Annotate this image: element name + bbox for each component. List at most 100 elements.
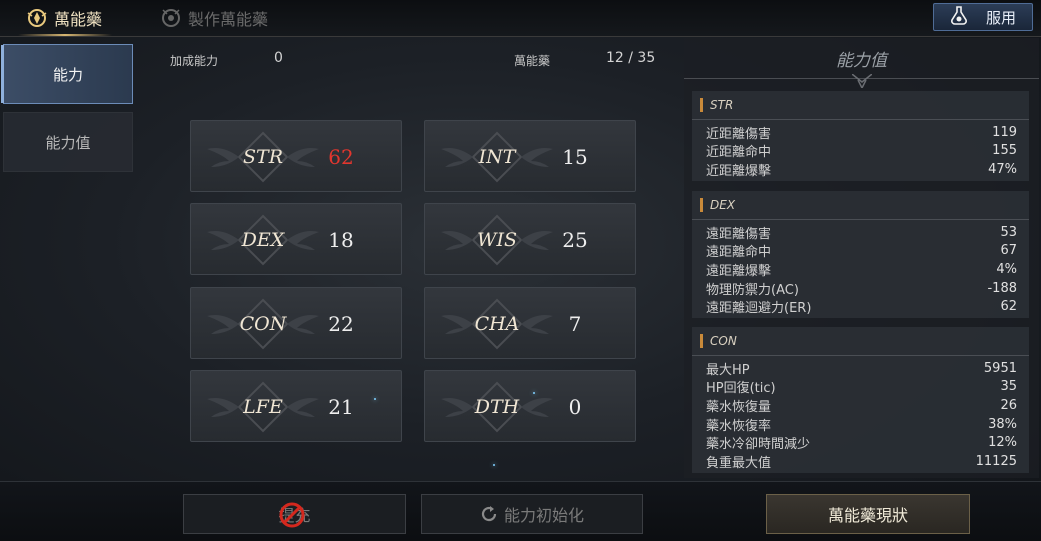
stat-row: 近距離傷害 119 bbox=[692, 123, 1029, 142]
elixir-count-label: 萬能藥 bbox=[514, 54, 551, 68]
row-value: 62 bbox=[1000, 299, 1017, 315]
stat-row: 遠距離迴避力(ER) 62 bbox=[692, 297, 1029, 316]
row-label: 藥水恢復量 bbox=[706, 399, 772, 415]
section-rows: 最大HP 5951 HP回復(tic) 35 藥水恢復量 26 藥水恢復率 38% 藥水… bbox=[692, 356, 1029, 473]
section-marker bbox=[700, 98, 703, 112]
stat-row: HP回復(tic) 35 bbox=[692, 378, 1029, 397]
stat-box-dth[interactable]: DTH 0 bbox=[424, 370, 636, 442]
row-value: 5951 bbox=[983, 360, 1017, 376]
stat-area: 加成能力 0 萬能藥 12 / 35 STR 62 INT 15 DEX 18 WIS 25 C… bbox=[148, 36, 678, 481]
row-value: 53 bbox=[1000, 224, 1017, 240]
stat-name: LFE bbox=[243, 396, 283, 418]
stat-value: 21 bbox=[328, 395, 354, 419]
tab-craft-elixir-label: 製作萬能藥 bbox=[188, 9, 269, 29]
sparkle bbox=[374, 398, 376, 400]
sparkle bbox=[493, 464, 495, 466]
panel-title: 能力值 bbox=[684, 38, 1039, 79]
stat-row: 遠距離爆擊 4% bbox=[692, 260, 1029, 279]
section-title: CON bbox=[710, 334, 737, 348]
row-label: 物理防禦力(AC) bbox=[706, 282, 799, 298]
row-label: 藥水冷卻時間減少 bbox=[706, 437, 811, 453]
row-label: 遠距離傷害 bbox=[706, 226, 772, 242]
row-label: HP回復(tic) bbox=[706, 381, 776, 397]
tab-elixir-label: 萬能藥 bbox=[54, 9, 103, 29]
stat-box-con[interactable]: CON 22 bbox=[190, 287, 402, 359]
row-value: 67 bbox=[1000, 243, 1017, 259]
stat-box-cha[interactable]: CHA 7 bbox=[424, 287, 636, 359]
stat-box-lfe[interactable]: LFE 21 bbox=[190, 370, 402, 442]
ornament-icon bbox=[852, 74, 872, 88]
stat-name: WIS bbox=[476, 229, 518, 251]
row-value: 4% bbox=[996, 261, 1017, 277]
row-label: 近距離命中 bbox=[706, 145, 772, 161]
row-label: 近距離爆擊 bbox=[706, 163, 772, 179]
reset-ability-label: 能力初始化 bbox=[503, 506, 584, 525]
bottom-bar: 提充 能力初始化 萬能藥現狀 bbox=[0, 481, 1041, 541]
section-dex: DEX 遠距離傷害 53 遠距離命中 67 遠距離爆擊 4% 物理防禦力(AC) -18… bbox=[692, 191, 1029, 318]
stat-row: 近距離命中 155 bbox=[692, 142, 1029, 161]
nav-item-ability-values[interactable]: 能力值 bbox=[3, 112, 133, 172]
section-rows: 遠距離傷害 53 遠距離命中 67 遠距離爆擊 4% 物理防禦力(AC) -188 遠距… bbox=[692, 220, 1029, 318]
stat-box-dex[interactable]: DEX 18 bbox=[190, 203, 402, 275]
stat-value: 25 bbox=[562, 228, 588, 252]
row-value: 12% bbox=[988, 435, 1017, 451]
row-label: 近距離傷害 bbox=[706, 126, 772, 142]
section-marker bbox=[700, 334, 703, 348]
row-label: 藥水恢復率 bbox=[706, 418, 772, 434]
row-value: 119 bbox=[992, 124, 1017, 140]
bonus-value: 0 bbox=[274, 50, 283, 66]
nav-item-ability-label: 能力 bbox=[52, 65, 83, 84]
stat-row: 物理防禦力(AC) -188 bbox=[692, 279, 1029, 298]
forbidden-icon bbox=[279, 502, 305, 528]
potion-flask-icon bbox=[950, 5, 968, 29]
elixir-status-label: 萬能藥現狀 bbox=[827, 506, 908, 525]
refresh-icon bbox=[481, 506, 497, 522]
stat-box-str[interactable]: STR 62 bbox=[190, 120, 402, 192]
stat-value: 22 bbox=[328, 312, 354, 336]
row-label: 遠距離命中 bbox=[706, 245, 772, 261]
tab-elixir[interactable]: 萬能藥 bbox=[17, 0, 113, 36]
row-label: 最大HP bbox=[706, 362, 750, 378]
stat-row: 負重最大值 11125 bbox=[692, 452, 1029, 471]
left-nav: 能力 能力值 bbox=[0, 36, 140, 481]
row-value: 47% bbox=[988, 161, 1017, 177]
row-label: 負重最大值 bbox=[706, 455, 772, 471]
stat-row: 遠距離傷害 53 bbox=[692, 223, 1029, 242]
row-value: 155 bbox=[992, 143, 1017, 159]
stat-row: 藥水恢復率 38% bbox=[692, 415, 1029, 434]
row-value: -188 bbox=[987, 280, 1017, 296]
top-bar: 萬能藥 製作萬能藥 服用 bbox=[0, 0, 1041, 37]
stat-name: CON bbox=[239, 313, 287, 335]
stat-name: CHA bbox=[474, 313, 520, 335]
stat-row: 最大HP 5951 bbox=[692, 359, 1029, 378]
nav-item-ability[interactable]: 能力 bbox=[1, 44, 133, 104]
use-button[interactable]: 服用 bbox=[933, 3, 1033, 31]
section-title: DEX bbox=[710, 198, 736, 212]
elixir-count-value: 12 / 35 bbox=[606, 50, 656, 66]
row-value: 26 bbox=[1000, 397, 1017, 413]
elixir-status-button[interactable]: 萬能藥現狀 bbox=[766, 494, 970, 534]
stat-row: 遠距離命中 67 bbox=[692, 242, 1029, 261]
section-marker bbox=[700, 198, 703, 212]
row-value: 11125 bbox=[975, 453, 1017, 469]
section-rows: 近距離傷害 119 近距離命中 155 近距離爆擊 47% bbox=[692, 120, 1029, 181]
ability-values-panel: 能力值 STR 近距離傷害 119 近距離命中 155 近距離爆擊 47% DEX 遠… bbox=[684, 38, 1039, 478]
row-label: 遠距離迴避力(ER) bbox=[706, 301, 812, 317]
nav-item-ability-values-label: 能力值 bbox=[45, 133, 91, 152]
crafting-emblem-icon bbox=[160, 7, 182, 29]
section-con: CON 最大HP 5951 HP回復(tic) 35 藥水恢復量 26 藥水恢復率 38… bbox=[692, 327, 1029, 473]
reset-ability-button[interactable]: 能力初始化 bbox=[421, 494, 643, 534]
stat-value: 7 bbox=[568, 312, 582, 336]
row-value: 38% bbox=[988, 416, 1017, 432]
confirm-button[interactable]: 提充 bbox=[183, 494, 406, 534]
tab-craft-elixir[interactable]: 製作萬能藥 bbox=[160, 0, 268, 35]
sparkle bbox=[533, 392, 535, 394]
stat-box-wis[interactable]: WIS 25 bbox=[424, 203, 636, 275]
stat-box-int[interactable]: INT 15 bbox=[424, 120, 636, 192]
stat-value: 62 bbox=[328, 145, 354, 169]
bonus-label: 加成能力 bbox=[170, 54, 219, 68]
use-button-label: 服用 bbox=[985, 8, 1016, 27]
stat-name: INT bbox=[478, 146, 516, 168]
stat-row: 藥水冷卻時間減少 12% bbox=[692, 433, 1029, 452]
stat-value: 18 bbox=[328, 228, 354, 252]
